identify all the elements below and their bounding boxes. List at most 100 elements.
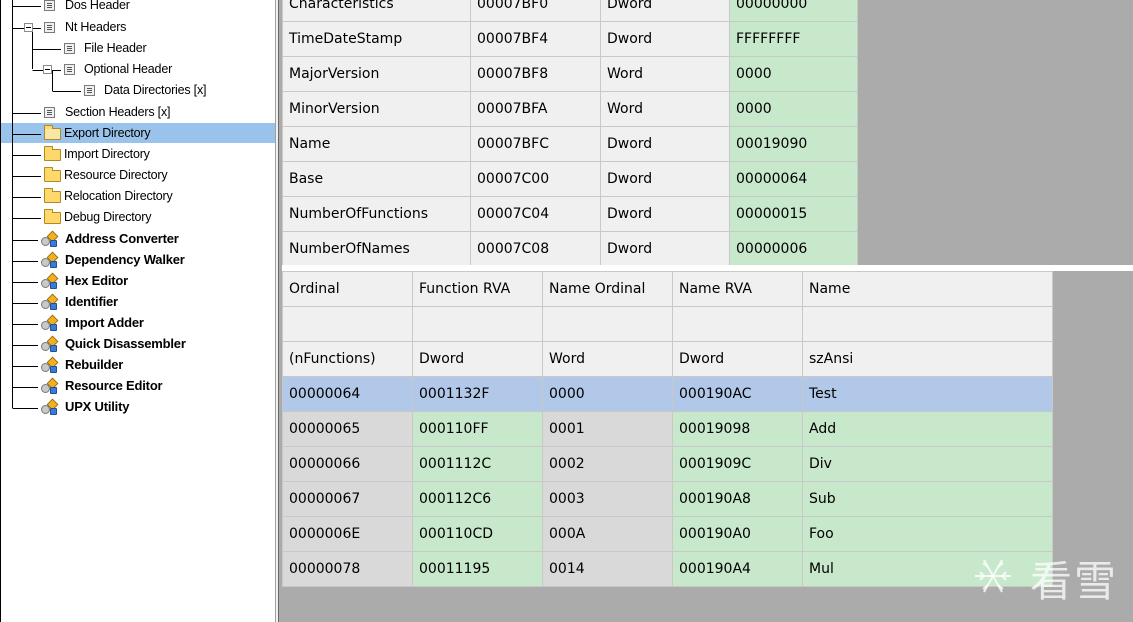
tree-item-label: Hex Editor xyxy=(65,273,129,288)
function-row[interactable]: 0000006E 000110CD 000A 000190A0 Foo xyxy=(282,516,1053,552)
function-rva-cell[interactable]: 0001132F xyxy=(412,376,543,412)
function-rva-cell[interactable]: 000110CD xyxy=(412,516,543,552)
tree-item-data-directories-x[interactable]: Data Directories [x] xyxy=(0,80,275,101)
value-cell[interactable]: 0000 xyxy=(729,56,858,92)
name-rva-cell[interactable]: Name RVA xyxy=(672,271,803,307)
type-row[interactable]: (nFunctions) Dword Word Dword szAnsi xyxy=(282,341,1053,377)
tree-item-hex-editor[interactable]: Hex Editor xyxy=(0,271,275,292)
tree-item-label: Section Headers [x] xyxy=(65,105,171,119)
function-row[interactable]: 00000078 00011195 0014 000190A4 Mul xyxy=(282,551,1053,587)
ordinal-cell[interactable]: (nFunctions) xyxy=(282,341,413,377)
function-row[interactable]: 00000064 0001132F 0000 000190AC Test xyxy=(282,376,1053,412)
function-rva-cell[interactable]: 000110FF xyxy=(412,411,543,447)
offset-cell: 00007C08 xyxy=(470,231,601,267)
tree-item-file-header[interactable]: File Header xyxy=(0,38,275,59)
name-cell[interactable]: Add xyxy=(802,411,1053,447)
ordinal-cell[interactable]: 00000065 xyxy=(282,411,413,447)
export-field-row[interactable]: TimeDateStamp 00007BF4 Dword FFFFFFFF xyxy=(282,21,858,57)
name-cell[interactable]: Test xyxy=(802,376,1053,412)
panel-splitter[interactable] xyxy=(275,0,279,622)
ordinal-cell[interactable]: 00000078 xyxy=(282,551,413,587)
function-rva-cell[interactable] xyxy=(412,306,543,342)
tree-item-export-directory[interactable]: Export Directory xyxy=(0,123,275,144)
tree-item-resource-directory[interactable]: Resource Directory xyxy=(0,165,275,186)
export-field-row[interactable]: Characteristics 00007BF0 Dword 00000000 xyxy=(282,0,858,22)
ordinal-cell[interactable]: 00000066 xyxy=(282,446,413,482)
name-cell[interactable]: Name xyxy=(802,271,1053,307)
name-rva-cell[interactable]: 00019098 xyxy=(672,411,803,447)
value-cell[interactable]: 00000006 xyxy=(729,231,858,267)
name-cell[interactable] xyxy=(802,306,1053,342)
column-header-row[interactable]: Ordinal Function RVA Name Ordinal Name RVA N… xyxy=(282,271,1053,307)
name-rva-cell[interactable]: 0001909C xyxy=(672,446,803,482)
tree-item-debug-directory[interactable]: Debug Directory xyxy=(0,207,275,228)
function-rva-cell[interactable]: Function RVA xyxy=(412,271,543,307)
document-icon xyxy=(64,64,75,75)
ordinal-cell[interactable]: 00000064 xyxy=(282,376,413,412)
tree-item-dependency-walker[interactable]: Dependency Walker xyxy=(0,250,275,271)
export-field-row[interactable]: NumberOfFunctions 00007C04 Dword 00000015 xyxy=(282,196,858,232)
tree-item-import-directory[interactable]: Import Directory xyxy=(0,144,275,165)
export-field-row[interactable]: Name 00007BFC Dword 00019090 xyxy=(282,126,858,162)
name-rva-cell[interactable]: 000190AC xyxy=(672,376,803,412)
document-icon xyxy=(44,107,55,118)
export-field-row[interactable]: MinorVersion 00007BFA Word 0000 xyxy=(282,91,858,127)
name-cell[interactable]: Div xyxy=(802,446,1053,482)
function-row[interactable]: 00000065 000110FF 0001 00019098 Add xyxy=(282,411,1053,447)
collapse-icon[interactable] xyxy=(23,23,33,32)
function-rva-cell[interactable]: Dword xyxy=(412,341,543,377)
tree-item-dos-header[interactable]: Dos Header xyxy=(0,0,275,16)
name-rva-cell[interactable]: 000190A4 xyxy=(672,551,803,587)
name-rva-cell[interactable]: Dword xyxy=(672,341,803,377)
tree-item-section-headers-x[interactable]: Section Headers [x] xyxy=(0,102,275,123)
ordinal-cell[interactable]: Ordinal xyxy=(282,271,413,307)
tree-item-resource-editor[interactable]: Resource Editor xyxy=(0,376,275,397)
tree-item-identifier[interactable]: Identifier xyxy=(0,292,275,313)
tree-item-import-adder[interactable]: Import Adder xyxy=(0,313,275,334)
function-rva-cell[interactable]: 00011195 xyxy=(412,551,543,587)
name-ordinal-cell[interactable]: Name Ordinal xyxy=(542,271,673,307)
name-ordinal-cell[interactable]: 000A xyxy=(542,516,673,552)
function-row[interactable]: 00000067 000112C6 0003 000190A8 Sub xyxy=(282,481,1053,517)
ordinal-cell[interactable] xyxy=(282,306,413,342)
name-ordinal-cell[interactable]: 0001 xyxy=(542,411,673,447)
value-cell[interactable]: FFFFFFFF xyxy=(729,21,858,57)
collapse-icon[interactable] xyxy=(42,65,52,74)
tree-item-upx-utility[interactable]: UPX Utility xyxy=(0,397,275,418)
size-cell: Dword xyxy=(600,21,730,57)
name-cell[interactable]: Sub xyxy=(802,481,1053,517)
ordinal-cell[interactable]: 00000067 xyxy=(282,481,413,517)
name-ordinal-cell[interactable] xyxy=(542,306,673,342)
name-ordinal-cell[interactable]: Word xyxy=(542,341,673,377)
ordinal-cell[interactable]: 0000006E xyxy=(282,516,413,552)
value-cell[interactable]: 00000000 xyxy=(729,0,858,22)
name-ordinal-cell[interactable]: 0002 xyxy=(542,446,673,482)
name-rva-cell[interactable] xyxy=(672,306,803,342)
member-cell: Name xyxy=(282,126,471,162)
function-row[interactable]: 00000066 0001112C 0002 0001909C Div xyxy=(282,446,1053,482)
tree-item-relocation-directory[interactable]: Relocation Directory xyxy=(0,186,275,207)
tree-item-address-converter[interactable]: Address Converter xyxy=(0,229,275,250)
blank-row[interactable] xyxy=(282,306,1053,342)
value-cell[interactable]: 00000015 xyxy=(729,196,858,232)
export-field-row[interactable]: Base 00007C00 Dword 00000064 xyxy=(282,161,858,197)
function-rva-cell[interactable]: 0001112C xyxy=(412,446,543,482)
name-ordinal-cell[interactable]: 0000 xyxy=(542,376,673,412)
name-rva-cell[interactable]: 000190A8 xyxy=(672,481,803,517)
tree-item-optional-header[interactable]: Optional Header xyxy=(0,59,275,80)
export-field-row[interactable]: MajorVersion 00007BF8 Word 0000 xyxy=(282,56,858,92)
value-cell[interactable]: 00000064 xyxy=(729,161,858,197)
value-cell[interactable]: 0000 xyxy=(729,91,858,127)
tree-item-quick-disassembler[interactable]: Quick Disassembler xyxy=(0,334,275,355)
tree-item-nt-headers[interactable]: Nt Headers xyxy=(0,17,275,38)
tree-item-label: Export Directory xyxy=(64,126,151,140)
tree-item-label: Resource Directory xyxy=(64,168,168,182)
name-ordinal-cell[interactable]: 0014 xyxy=(542,551,673,587)
name-rva-cell[interactable]: 000190A0 xyxy=(672,516,803,552)
value-cell[interactable]: 00019090 xyxy=(729,126,858,162)
function-rva-cell[interactable]: 000112C6 xyxy=(412,481,543,517)
export-field-row[interactable]: NumberOfNames 00007C08 Dword 00000006 xyxy=(282,231,858,267)
name-cell[interactable]: szAnsi xyxy=(802,341,1053,377)
tree-item-rebuilder[interactable]: Rebuilder xyxy=(0,355,275,376)
name-ordinal-cell[interactable]: 0003 xyxy=(542,481,673,517)
